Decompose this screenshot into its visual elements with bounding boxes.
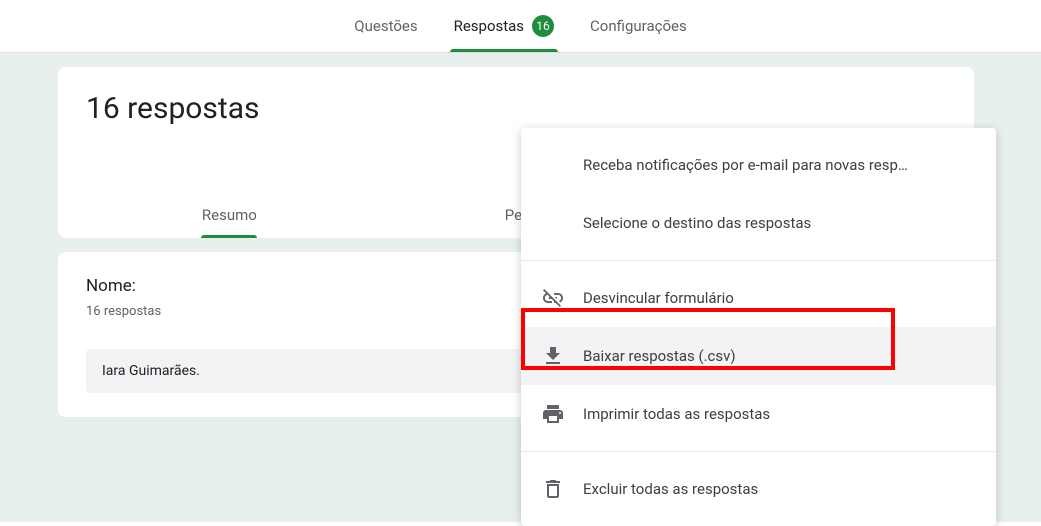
spacer [541,153,565,177]
menu-print-responses[interactable]: Imprimir todas as respostas [521,385,996,443]
tab-settings[interactable]: Configurações [586,0,691,52]
responses-context-menu: Receba notificações por e-mail para nova… [521,128,996,526]
spacer [541,211,565,235]
menu-label: Excluir todas as respostas [583,480,758,498]
menu-label: Desvincular formulário [583,289,734,307]
tab-responses-label: Respostas [454,17,524,35]
unlink-icon [541,286,565,310]
menu-select-destination[interactable]: Selecione o destino das respostas [521,194,996,252]
menu-label: Imprimir todas as respostas [583,405,770,423]
menu-divider [521,260,996,261]
responses-title: 16 respostas [86,91,946,126]
menu-label: Selecione o destino das respostas [583,214,811,232]
tab-questions[interactable]: Questões [350,0,421,52]
menu-divider [521,451,996,452]
form-tabs: Questões Respostas 16 Configurações [0,0,1041,53]
subtab-summary[interactable]: Resumo [86,206,373,238]
menu-delete-responses[interactable]: Excluir todas as respostas [521,460,996,518]
download-icon [541,344,565,368]
menu-email-notifications[interactable]: Receba notificações por e-mail para nova… [521,136,996,194]
trash-icon [541,477,565,501]
menu-download-csv[interactable]: Baixar respostas (.csv) [521,327,996,385]
menu-label: Receba notificações por e-mail para nova… [583,156,908,174]
responses-count-badge: 16 [532,15,554,37]
menu-label: Baixar respostas (.csv) [583,347,736,365]
menu-unlink-form[interactable]: Desvincular formulário [521,269,996,327]
print-icon [541,402,565,426]
tab-responses[interactable]: Respostas 16 [450,0,558,52]
